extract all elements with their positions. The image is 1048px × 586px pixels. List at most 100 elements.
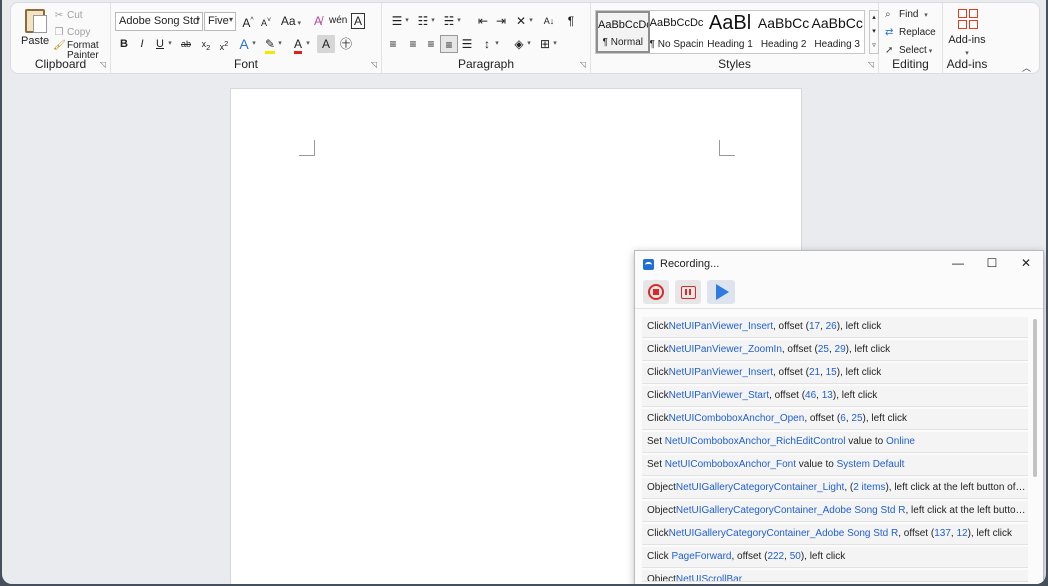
character-border-icon[interactable]: A	[349, 12, 367, 30]
find-button[interactable]: ⌕ Find ▾	[885, 9, 928, 20]
shrink-font-button[interactable]: A˅	[257, 12, 275, 30]
decrease-indent-icon[interactable]: ⇤	[474, 12, 492, 30]
recorder-title: Recording...	[660, 258, 720, 270]
style-no-spacing[interactable]: AaBbCcDc ¶ No Spacing	[650, 11, 704, 53]
paragraph-launcher-icon[interactable]: ◹	[580, 60, 586, 69]
chevron-up-icon[interactable]: ▴	[870, 11, 878, 25]
copy-button[interactable]: ❐ Copy	[53, 27, 91, 38]
align-center-icon[interactable]: ≡	[404, 35, 422, 53]
pause-button[interactable]	[675, 280, 701, 304]
list-item[interactable]: Set NetUIComboboxAnchor_Font value to Sy…	[642, 455, 1028, 476]
enclose-characters-icon[interactable]: ㊉	[337, 35, 355, 53]
stop-button[interactable]	[643, 280, 669, 304]
collapse-ribbon-icon[interactable]: ︿	[1022, 61, 1031, 74]
align-left-icon[interactable]: ≡	[384, 35, 402, 53]
increase-indent-icon[interactable]: ⇥	[492, 12, 510, 30]
strikethrough-button[interactable]: ab	[177, 35, 195, 53]
style-sample: AaBl	[708, 12, 752, 34]
margin-corner-top-right	[719, 140, 735, 156]
text-effects-dropdown[interactable]: ▾	[249, 35, 259, 53]
close-icon[interactable]: ✕	[1009, 251, 1043, 275]
asian-layout-dropdown[interactable]: ▾	[526, 12, 536, 30]
list-item[interactable]: ClickNetUIComboboxAnchor_Open, offset (6…	[642, 409, 1028, 430]
list-item[interactable]: Click PageForward, offset (222, 50), lef…	[642, 547, 1028, 568]
align-right-icon[interactable]: ≡	[422, 35, 440, 53]
character-shading-icon[interactable]: A	[317, 35, 335, 53]
clipboard-launcher-icon[interactable]: ◹	[100, 60, 106, 69]
maximize-icon[interactable]: ☐	[975, 251, 1009, 275]
numbering-dropdown[interactable]: ▾	[428, 12, 438, 30]
recorded-steps-list: ClickNetUIPanViewer_Insert, offset (17, …	[642, 317, 1028, 584]
list-item[interactable]: ClickNetUIGalleryCategoryContainer_Adobe…	[642, 524, 1028, 545]
phonetic-guide-icon[interactable]: wén	[329, 12, 347, 30]
line-spacing-dropdown[interactable]: ▾	[492, 35, 502, 53]
addins-button-label: Add-ins	[948, 34, 986, 46]
cursor-icon: ➚	[885, 45, 894, 56]
cut-button[interactable]: ✂ Cut	[53, 10, 83, 21]
pause-icon	[680, 285, 696, 299]
list-item[interactable]: ClickNetUIPanViewer_Insert, offset (17, …	[642, 317, 1028, 338]
style-name: ¶ Normal	[602, 37, 643, 48]
recorder-title-bar[interactable]: Recording... — ☐ ✕	[635, 251, 1043, 277]
show-marks-icon[interactable]: ¶	[562, 12, 580, 30]
chevron-down-icon[interactable]: ▾	[870, 25, 878, 39]
recorder-window: Recording... — ☐ ✕ ClickNetUIPanViewer_I…	[634, 250, 1044, 584]
font-size-value: Five	[208, 15, 229, 27]
highlight-dropdown[interactable]: ▾	[275, 35, 285, 53]
list-item[interactable]: Set NetUIComboboxAnchor_RichEditControl …	[642, 432, 1028, 453]
replace-label: Replace	[899, 27, 936, 38]
grow-font-button[interactable]: A^	[239, 12, 257, 30]
window-controls: — ☐ ✕	[941, 251, 1043, 275]
sort-icon[interactable]: A↓	[540, 12, 558, 30]
subscript-button[interactable]: x2	[197, 35, 215, 53]
style-sample: AaBbCcDc	[649, 17, 704, 29]
multilevel-dropdown[interactable]: ▾	[454, 12, 464, 30]
style-sample: AaBbCc	[757, 15, 810, 31]
paste-button[interactable]: Paste	[21, 9, 49, 47]
list-item[interactable]: ObjectNetUIGalleryCategoryContainer_Ligh…	[642, 478, 1028, 499]
play-button[interactable]	[707, 280, 735, 304]
style-sample: AaBbCcDc	[598, 19, 650, 31]
steps-scrollbar[interactable]	[1033, 319, 1037, 477]
list-item[interactable]: ClickNetUIPanViewer_Insert, offset (21, …	[642, 363, 1028, 384]
change-case-button[interactable]: Aa ▾	[277, 12, 305, 30]
paragraph-group-label: Paragraph	[457, 57, 515, 71]
addins-button[interactable]: Add-ins ▾	[943, 34, 991, 58]
style-normal[interactable]: AaBbCcDc ¶ Normal	[596, 11, 650, 53]
borders-dropdown[interactable]: ▾	[550, 35, 560, 53]
underline-dropdown[interactable]: ▾	[165, 35, 175, 53]
font-size-combobox[interactable]: Five ▾	[204, 12, 236, 31]
list-item[interactable]: ObjectNetUIGalleryCategoryContainer_Adob…	[642, 501, 1028, 522]
paragraph-group: ☰ ▾ ☷ ▾ ☵ ▾ ⇤ ⇥ ✕ ▾ A↓ ¶ ≡ ≡ ≡ ≡ ☰ ↕ ▾ ◈…	[382, 3, 591, 73]
styles-group-label: Styles	[718, 57, 751, 71]
shading-dropdown[interactable]: ▾	[524, 35, 534, 53]
font-color-dropdown[interactable]: ▾	[303, 35, 313, 53]
search-icon: ⌕	[885, 9, 891, 20]
bold-button[interactable]: B	[115, 35, 133, 53]
list-item[interactable]: ClickNetUIPanViewer_Start, offset (46, 1…	[642, 386, 1028, 407]
recorder-toolbar	[635, 277, 1043, 309]
addins-grid-icon[interactable]	[958, 9, 978, 29]
superscript-button[interactable]: x2	[215, 35, 233, 53]
font-family-combobox[interactable]: Adobe Song Std R ▾	[115, 12, 203, 31]
replace-button[interactable]: ⇄ Replace	[885, 27, 936, 38]
clear-formatting-icon[interactable]: A̸	[309, 12, 327, 30]
minimize-icon[interactable]: —	[941, 251, 975, 275]
style-heading-2[interactable]: AaBbCc Heading 2	[757, 11, 811, 53]
italic-button[interactable]: I	[133, 35, 151, 53]
list-item[interactable]: ObjectNetUIScrollBar	[642, 570, 1028, 582]
justify-icon[interactable]: ≡	[440, 35, 458, 53]
distributed-icon[interactable]: ☰	[458, 35, 476, 53]
font-launcher-icon[interactable]: ◹	[371, 60, 377, 69]
list-item[interactable]: ClickNetUIPanViewer_ZoomIn, offset (25, …	[642, 340, 1028, 361]
bullets-dropdown[interactable]: ▾	[402, 12, 412, 30]
replace-icon: ⇄	[885, 27, 894, 38]
style-heading-3[interactable]: AaBbCc Heading 3	[810, 11, 864, 53]
more-styles-icon[interactable]: ▿	[870, 39, 878, 53]
select-button[interactable]: ➚ Select ▾	[885, 45, 932, 56]
addins-group-label: Add-ins	[946, 57, 988, 71]
style-heading-1[interactable]: AaBl Heading 1	[703, 11, 757, 53]
styles-scroll[interactable]: ▴ ▾ ▿	[869, 10, 879, 54]
styles-launcher-icon[interactable]: ◹	[868, 60, 874, 69]
editing-group-label: Editing	[892, 57, 929, 71]
